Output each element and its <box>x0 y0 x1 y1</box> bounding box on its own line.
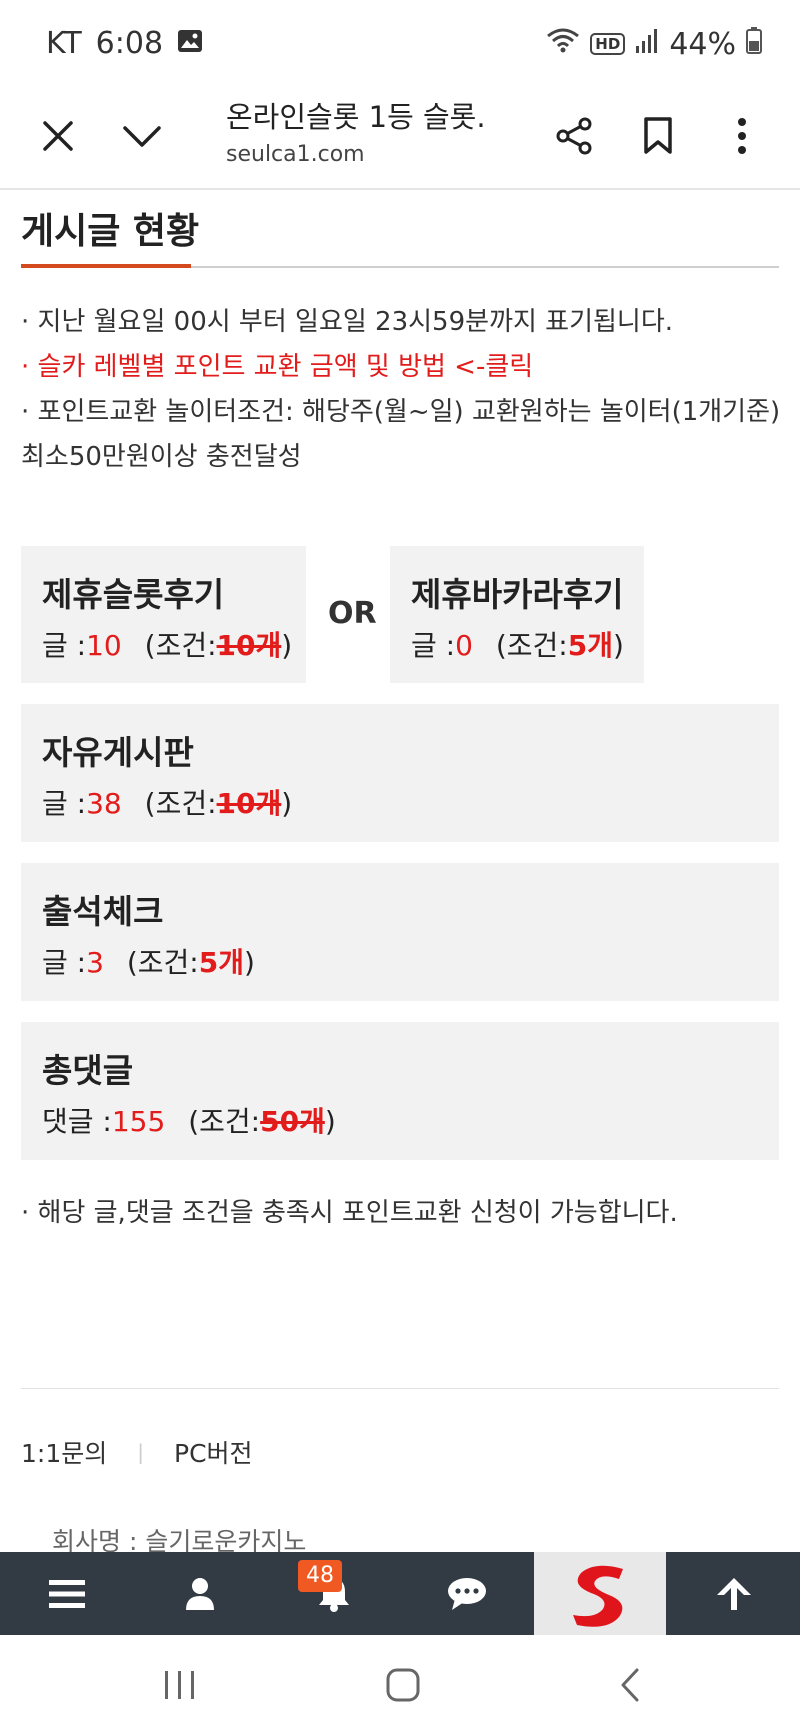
condition-open: (조건: <box>144 629 217 662</box>
count-label: 댓글 : <box>42 1105 112 1138</box>
carrier-label: KT <box>46 26 82 61</box>
condition-value: 50개 <box>260 1105 325 1138</box>
gallery-icon <box>177 26 203 61</box>
footer-divider <box>21 1388 779 1389</box>
count-label: 글 : <box>42 787 87 820</box>
count-label: 글 : <box>42 946 87 979</box>
condition-value: 5개 <box>567 629 613 662</box>
free-board-card[interactable]: 자유게시판 글 :38 (조건:10개) <box>21 704 779 842</box>
footer-separator: | <box>137 1440 144 1464</box>
recent-apps-icon[interactable] <box>120 1635 240 1734</box>
site-logo[interactable] <box>534 1552 666 1635</box>
condition-close: ) <box>281 629 293 662</box>
more-options-icon[interactable] <box>714 108 770 164</box>
card-title: 출석체크 <box>42 892 164 931</box>
status-bar: KT 6:08 HD 44% <box>0 0 800 86</box>
page-tab-title: 온라인슬롯 1등 슬롯... <box>226 100 486 134</box>
condition-value: 10개 <box>216 629 282 662</box>
card-count-line: 글 :10 (조건:10개) <box>42 624 292 664</box>
count-value: 38 <box>86 787 122 820</box>
title-underline-accent <box>21 264 191 268</box>
condition-close: ) <box>243 946 255 979</box>
count-value: 3 <box>86 946 104 979</box>
condition-open: (조건: <box>188 1105 261 1138</box>
wifi-icon <box>546 26 580 62</box>
card-count-line: 글 :3 (조건:5개) <box>42 941 255 981</box>
card-title: 제휴바카라후기 <box>411 575 624 614</box>
condition-open: (조건: <box>126 946 199 979</box>
condition-close: ) <box>612 629 624 662</box>
card-count-line: 댓글 :155 (조건:50개) <box>42 1100 336 1140</box>
inquiry-link[interactable]: 1:1문의 <box>21 1434 107 1470</box>
battery-label: 44% <box>669 26 736 62</box>
count-value: 0 <box>455 629 473 662</box>
bookmark-icon[interactable] <box>630 108 686 164</box>
count-value: 10 <box>86 629 122 662</box>
back-icon[interactable] <box>570 1635 690 1734</box>
or-label: OR <box>328 596 377 631</box>
pc-version-link[interactable]: PC버전 <box>174 1434 253 1470</box>
card-title: 제휴슬롯후기 <box>42 575 225 614</box>
info-period: · 지난 월요일 00시 부터 일요일 23시59분까지 표기됩니다. <box>21 307 674 337</box>
status-right: HD 44% <box>546 26 762 62</box>
home-icon[interactable] <box>343 1635 463 1734</box>
info-note: · 해당 글,댓글 조건을 충족시 포인트교환 신청이 가능합니다. <box>21 1198 678 1228</box>
time-label: 6:08 <box>95 26 164 61</box>
card-title: 자유게시판 <box>42 733 194 772</box>
condition-value: 10개 <box>216 787 282 820</box>
baccarat-review-card[interactable]: 제휴바카라후기 글 :0 (조건:5개) <box>390 546 644 683</box>
attendance-card[interactable]: 출석체크 글 :3 (조건:5개) <box>21 863 779 1001</box>
count-label: 글 : <box>42 629 87 662</box>
card-count-line: 글 :0 (조건:5개) <box>411 624 624 664</box>
battery-icon <box>746 26 762 62</box>
share-icon[interactable] <box>546 108 602 164</box>
condition-value: 5개 <box>198 946 244 979</box>
point-exchange-link[interactable]: · 슬카 레벨별 포인트 교환 금액 및 방법 <-클릭 <box>21 345 781 390</box>
card-count-line: 글 :38 (조건:10개) <box>42 782 292 822</box>
close-icon[interactable] <box>30 108 86 164</box>
count-label: 글 : <box>411 629 456 662</box>
menu-icon[interactable] <box>0 1552 133 1635</box>
page-title: 게시글 현황 <box>21 211 200 252</box>
info-condition: · 포인트교환 놀이터조건: 해당주(월~일) 교환원하는 놀이터(1개기준) … <box>21 397 781 472</box>
browser-header: 온라인슬롯 1등 슬롯... seulca1.com <box>0 86 800 190</box>
user-icon[interactable] <box>133 1552 266 1635</box>
page-url[interactable]: seulca1.com <box>226 142 365 167</box>
total-comments-card[interactable]: 총댓글 댓글 :155 (조건:50개) <box>21 1022 779 1160</box>
chevron-down-icon[interactable] <box>114 108 170 164</box>
scroll-top-icon[interactable] <box>667 1552 800 1635</box>
notification-badge: 48 <box>298 1560 342 1592</box>
condition-close: ) <box>324 1105 336 1138</box>
signal-icon <box>635 27 659 62</box>
hd-badge: HD <box>590 33 626 55</box>
status-left: KT 6:08 <box>46 26 203 61</box>
slot-review-card[interactable]: 제휴슬롯후기 글 :10 (조건:10개) <box>21 546 306 683</box>
chat-icon[interactable] <box>400 1552 533 1635</box>
system-nav-bar <box>0 1635 800 1734</box>
logo-s-icon <box>573 1565 623 1627</box>
footer-links: 1:1문의 | PC버전 <box>21 1434 253 1470</box>
condition-open: (조건: <box>144 787 217 820</box>
card-title: 총댓글 <box>42 1051 134 1090</box>
count-value: 155 <box>111 1105 166 1138</box>
condition-open: (조건: <box>495 629 568 662</box>
app-bottom-nav: 48 <box>0 1552 800 1635</box>
condition-close: ) <box>281 787 293 820</box>
